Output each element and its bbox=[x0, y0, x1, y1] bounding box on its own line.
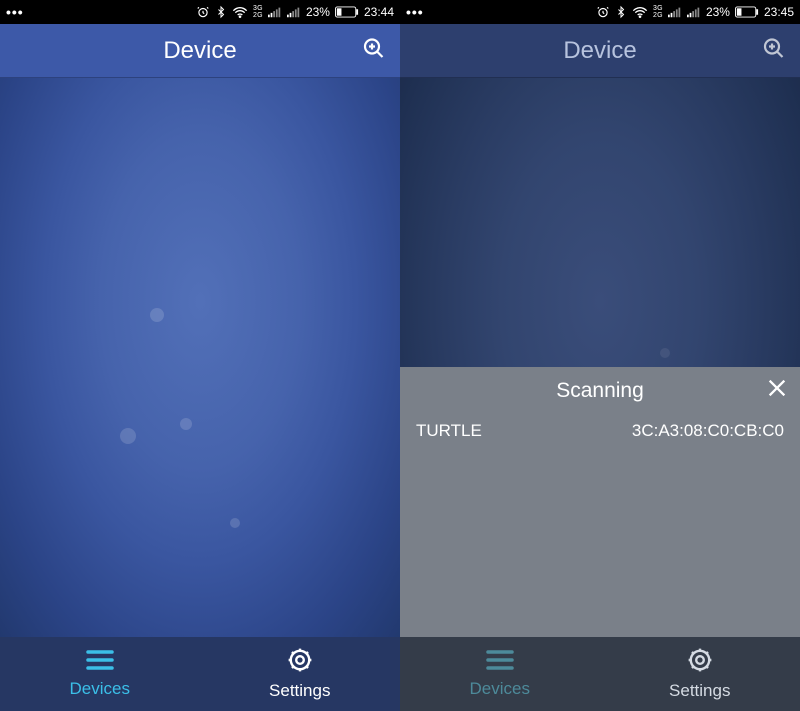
bluetooth-icon bbox=[615, 5, 627, 19]
wifi-icon bbox=[632, 6, 648, 18]
battery-icon bbox=[335, 6, 359, 18]
content-area bbox=[0, 78, 400, 637]
tab-settings-label: Settings bbox=[269, 681, 330, 701]
tab-settings-label: Settings bbox=[669, 681, 730, 701]
scanning-title: Scanning bbox=[556, 379, 644, 403]
page-title: Device bbox=[563, 37, 636, 65]
tab-settings[interactable]: Settings bbox=[269, 647, 330, 701]
scan-result-row[interactable]: TURTLE 3C:A3:08:C0:CB:C0 bbox=[400, 415, 800, 447]
zoom-in-icon[interactable] bbox=[362, 36, 386, 65]
battery-percent: 23% bbox=[306, 5, 330, 19]
clock: 23:44 bbox=[364, 5, 394, 19]
screen-left: ••• 3G2G bbox=[0, 0, 400, 711]
scanning-panel: Scanning TURTLE 3C:A3:08:C0:CB:C0 bbox=[400, 367, 800, 637]
scan-result-name: TURTLE bbox=[416, 421, 482, 441]
clock: 23:45 bbox=[764, 5, 794, 19]
alarm-icon bbox=[596, 5, 610, 19]
network-type-label: 3G2G bbox=[253, 5, 263, 19]
battery-icon bbox=[735, 6, 759, 18]
bottom-nav: Devices Settings bbox=[0, 637, 400, 711]
scanning-header: Scanning bbox=[400, 367, 800, 415]
bluetooth-icon bbox=[215, 5, 227, 19]
tab-devices[interactable]: Devices bbox=[70, 649, 130, 699]
gear-icon bbox=[287, 647, 313, 678]
zoom-in-icon[interactable] bbox=[762, 36, 786, 65]
screen-right: ••• 3G2G bbox=[400, 0, 800, 711]
signal-icon bbox=[268, 6, 282, 18]
header: Device bbox=[400, 24, 800, 78]
overflow-icon: ••• bbox=[6, 5, 24, 19]
signal-icon bbox=[668, 6, 682, 18]
tab-devices-label: Devices bbox=[470, 679, 530, 699]
wifi-icon bbox=[232, 6, 248, 18]
status-bar: ••• 3G2G bbox=[0, 0, 400, 24]
signal-icon-2 bbox=[687, 6, 701, 18]
scan-result-mac: 3C:A3:08:C0:CB:C0 bbox=[632, 421, 784, 441]
status-bar: ••• 3G2G bbox=[400, 0, 800, 24]
signal-icon-2 bbox=[287, 6, 301, 18]
menu-icon bbox=[85, 649, 115, 676]
bottom-nav: Devices Settings bbox=[400, 637, 800, 711]
menu-icon bbox=[485, 649, 515, 676]
header: Device bbox=[0, 24, 400, 78]
gear-icon bbox=[687, 647, 713, 678]
network-type-label: 3G2G bbox=[653, 5, 663, 19]
alarm-icon bbox=[196, 5, 210, 19]
battery-percent: 23% bbox=[706, 5, 730, 19]
close-icon[interactable] bbox=[766, 377, 788, 405]
tab-devices-label: Devices bbox=[70, 679, 130, 699]
page-title: Device bbox=[163, 37, 236, 65]
tab-settings[interactable]: Settings bbox=[669, 647, 730, 701]
tab-devices[interactable]: Devices bbox=[470, 649, 530, 699]
overflow-icon: ••• bbox=[406, 5, 424, 19]
